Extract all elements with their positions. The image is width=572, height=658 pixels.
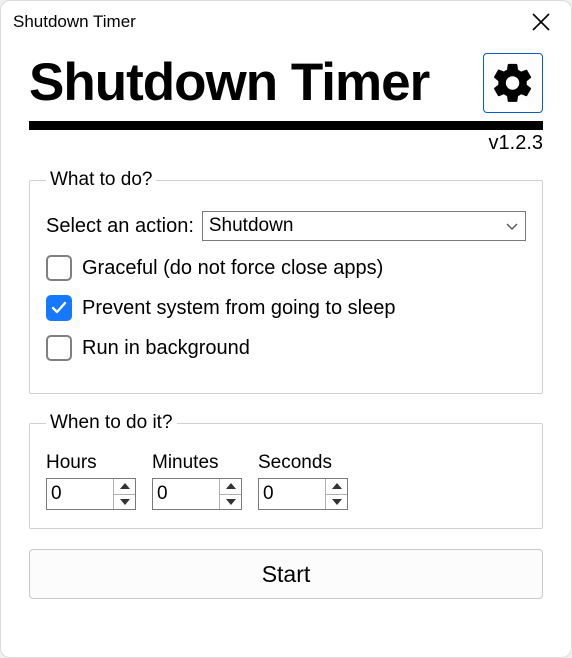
hours-spinner[interactable]: 0 <box>46 478 136 510</box>
hours-spinner-buttons <box>113 479 135 509</box>
header-divider <box>29 121 543 130</box>
seconds-label: Seconds <box>258 452 348 474</box>
seconds-col: Seconds 0 <box>258 452 348 510</box>
seconds-value: 0 <box>259 479 325 509</box>
graceful-row: Graceful (do not force close apps) <box>46 255 526 281</box>
hours-up-button[interactable] <box>114 479 135 494</box>
run-background-checkbox[interactable] <box>46 335 72 361</box>
minutes-spinner[interactable]: 0 <box>152 478 242 510</box>
hours-value: 0 <box>47 479 113 509</box>
caret-down-icon <box>332 499 342 505</box>
caret-down-icon <box>226 499 236 505</box>
what-fieldset: What to do? Select an action: Shutdown G… <box>29 169 543 394</box>
minutes-col: Minutes 0 <box>152 452 242 510</box>
start-button-label: Start <box>262 561 311 588</box>
minutes-value: 0 <box>153 479 219 509</box>
action-row: Select an action: Shutdown <box>46 211 526 241</box>
seconds-down-button[interactable] <box>326 494 347 510</box>
app-title: Shutdown Timer <box>29 54 429 112</box>
titlebar: Shutdown Timer <box>1 1 571 43</box>
caret-down-icon <box>120 499 130 505</box>
seconds-spinner-buttons <box>325 479 347 509</box>
chevron-down-icon <box>505 219 519 233</box>
close-button[interactable] <box>525 6 557 38</box>
gear-icon <box>490 60 536 106</box>
check-icon <box>50 299 68 317</box>
main-window: Shutdown Timer Shutdown Timer v1.2.3 Wha… <box>0 0 572 658</box>
prevent-sleep-label: Prevent system from going to sleep <box>82 297 395 320</box>
seconds-up-button[interactable] <box>326 479 347 494</box>
run-background-row: Run in background <box>46 335 526 361</box>
window-title: Shutdown Timer <box>13 12 136 32</box>
caret-up-icon <box>332 483 342 489</box>
hours-label: Hours <box>46 452 136 474</box>
action-select-label: Select an action: <box>46 215 194 238</box>
minutes-down-button[interactable] <box>220 494 241 510</box>
time-row: Hours 0 Minutes <box>46 452 526 510</box>
caret-up-icon <box>226 483 236 489</box>
action-select[interactable]: Shutdown <box>202 211 526 241</box>
caret-up-icon <box>120 483 130 489</box>
action-select-value: Shutdown <box>209 215 294 237</box>
what-legend: What to do? <box>46 169 156 191</box>
when-fieldset: When to do it? Hours 0 <box>29 412 543 529</box>
seconds-spinner[interactable]: 0 <box>258 478 348 510</box>
prevent-sleep-checkbox[interactable] <box>46 295 72 321</box>
when-legend: When to do it? <box>46 412 177 434</box>
start-button[interactable]: Start <box>29 549 543 599</box>
close-icon <box>531 12 551 32</box>
minutes-up-button[interactable] <box>220 479 241 494</box>
titlebar-left: Shutdown Timer <box>13 12 136 32</box>
graceful-label: Graceful (do not force close apps) <box>82 257 383 280</box>
hours-col: Hours 0 <box>46 452 136 510</box>
prevent-sleep-row: Prevent system from going to sleep <box>46 295 526 321</box>
version-label: v1.2.3 <box>29 132 543 155</box>
minutes-label: Minutes <box>152 452 242 474</box>
settings-button[interactable] <box>483 53 543 113</box>
run-background-label: Run in background <box>82 337 250 360</box>
minutes-spinner-buttons <box>219 479 241 509</box>
header-row: Shutdown Timer <box>29 53 543 113</box>
hours-down-button[interactable] <box>114 494 135 510</box>
content-area: Shutdown Timer v1.2.3 What to do? Select… <box>1 43 571 657</box>
graceful-checkbox[interactable] <box>46 255 72 281</box>
